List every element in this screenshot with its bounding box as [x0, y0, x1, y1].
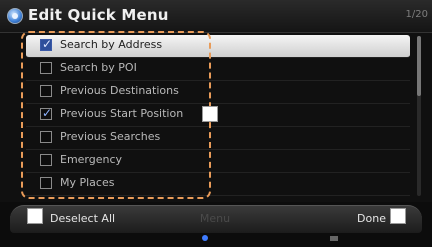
checkbox[interactable] — [40, 131, 52, 143]
list-item-label: Emergency — [60, 153, 123, 166]
checkbox[interactable]: ✓ — [40, 106, 53, 120]
page-indicator: 1/20 — [405, 9, 428, 20]
menu-label: Menu — [199, 212, 231, 225]
callout-marker — [202, 106, 218, 122]
page-title: Edit Quick Menu — [28, 6, 169, 24]
list-item-search-by-address[interactable]: ✓ Search by Address — [26, 35, 410, 58]
checkbox[interactable]: ✓ — [40, 37, 53, 51]
header-bar: Edit Quick Menu 1/20 — [0, 0, 432, 33]
list-item-label: Search by POI — [60, 61, 137, 74]
list-item-previous-start-position[interactable]: ✓ Previous Start Position — [26, 104, 410, 127]
list-item-label: Previous Start Position — [60, 107, 184, 120]
checkmark-icon: ✓ — [42, 37, 53, 51]
checkbox[interactable] — [40, 177, 52, 189]
list-item-label: Previous Searches — [60, 130, 161, 143]
callout-marker-left — [27, 208, 43, 224]
checkbox[interactable] — [40, 154, 52, 166]
callout-marker-right — [390, 208, 406, 224]
list-item-label: My Places — [60, 176, 115, 189]
settings-globe-icon — [7, 8, 23, 24]
checkbox[interactable] — [40, 85, 52, 97]
edit-quick-menu-screen: Edit Quick Menu 1/20 ✓ Search by Address… — [0, 0, 432, 247]
menu-button[interactable]: Menu — [175, 205, 255, 232]
list-item-previous-searches[interactable]: Previous Searches — [26, 127, 410, 150]
deselect-all-label: Deselect All — [50, 212, 116, 225]
done-label: Done — [357, 212, 386, 225]
list-item-label: Previous Destinations — [60, 84, 179, 97]
checkmark-icon: ✓ — [42, 106, 53, 120]
page-dot-active-icon — [202, 235, 208, 241]
list-item-label: Search by Address — [60, 38, 163, 51]
list-item-previous-destinations[interactable]: Previous Destinations — [26, 81, 410, 104]
quick-menu-list: ✓ Search by Address Search by POI Previo… — [26, 32, 410, 202]
list-item-my-places[interactable]: My Places — [26, 173, 410, 196]
list-item-search-by-poi[interactable]: Search by POI — [26, 58, 410, 81]
indicator-icon — [330, 236, 338, 241]
list-item-emergency[interactable]: Emergency — [26, 150, 410, 173]
scrollbar-thumb[interactable] — [417, 36, 421, 96]
checkbox[interactable] — [40, 62, 52, 74]
